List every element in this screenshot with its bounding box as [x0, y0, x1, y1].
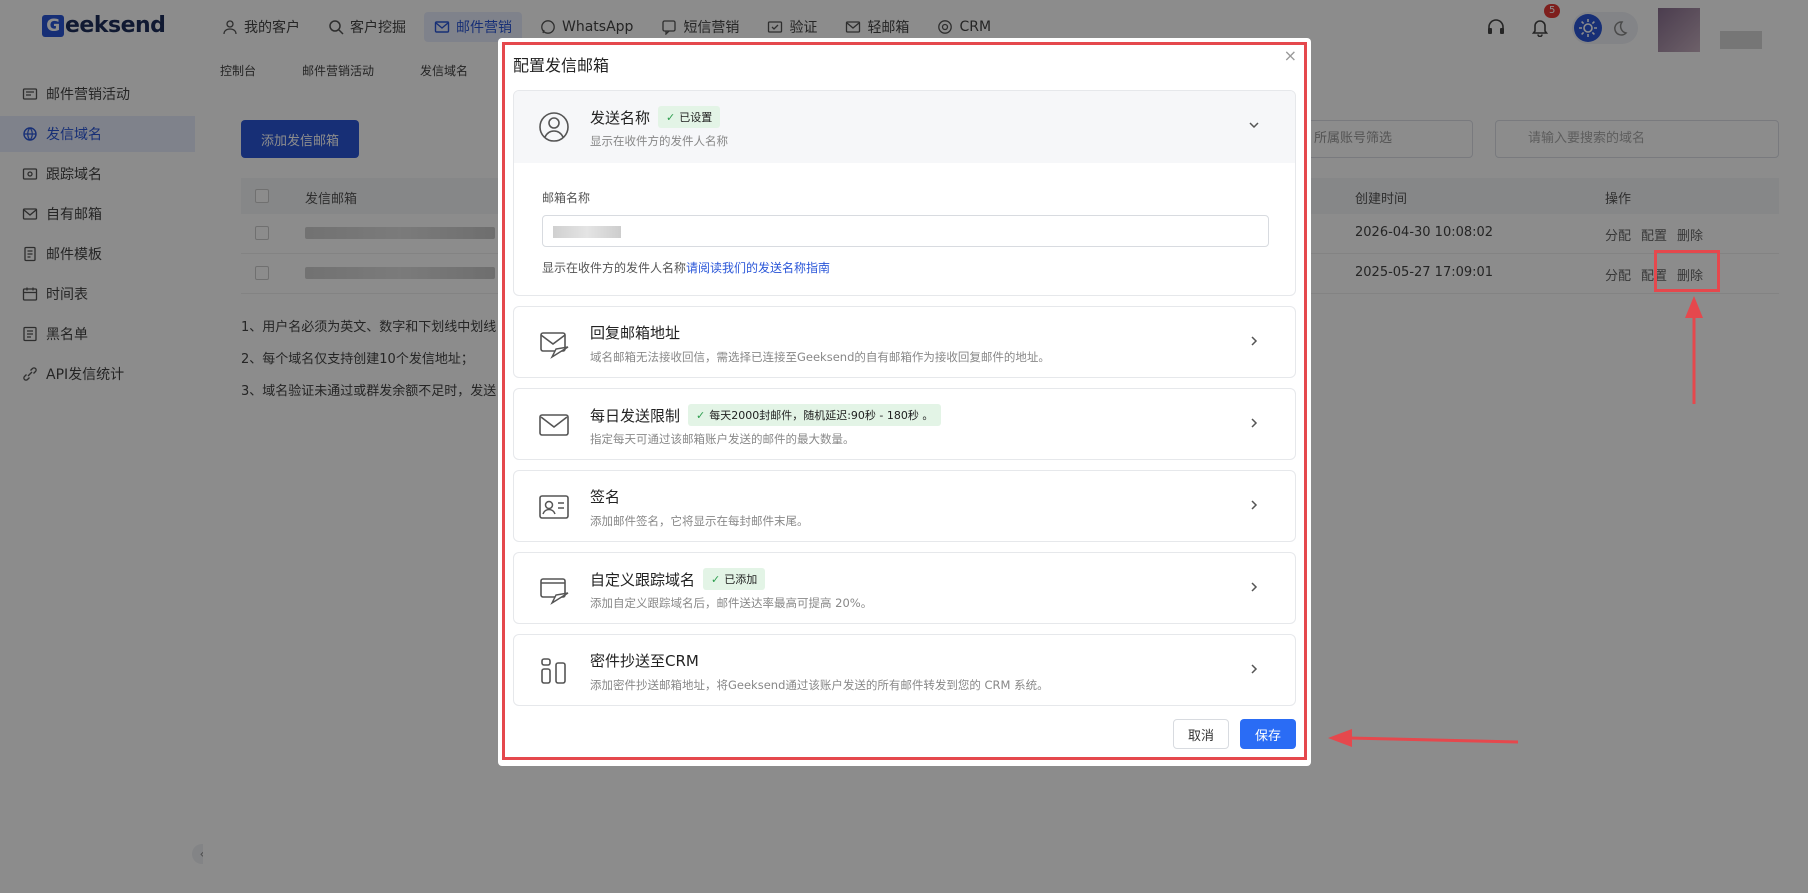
- annotation-arrow-left: [1328, 729, 1518, 747]
- annotation-highlight-modal: [502, 42, 1307, 760]
- annotation-highlight-config: [1654, 250, 1720, 292]
- annotation-arrow-up: [1685, 296, 1703, 404]
